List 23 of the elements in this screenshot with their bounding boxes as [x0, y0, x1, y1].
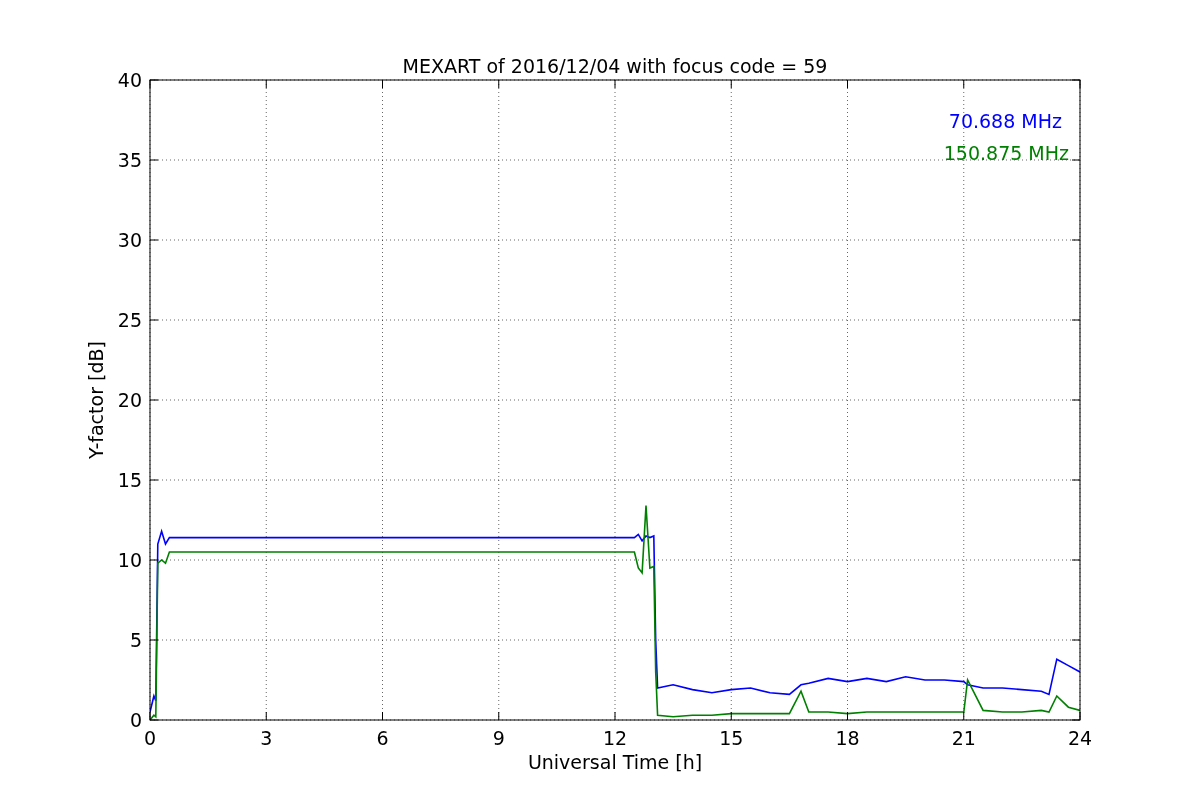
tick-label: 35: [117, 149, 142, 171]
tick-label: 20: [117, 389, 142, 411]
tick-label: 25: [117, 309, 142, 331]
tick-label: 5: [129, 629, 142, 651]
tick-label: 15: [117, 469, 142, 491]
tick-label: 40: [117, 69, 142, 91]
tick-label: 10: [117, 549, 142, 571]
tick-label: 15: [719, 727, 744, 749]
tick-label: 12: [602, 727, 628, 749]
chart-title: MEXART of 2016/12/04 with focus code = 59: [402, 55, 828, 77]
tick-label: 0: [129, 709, 142, 731]
tick-label: 24: [1067, 727, 1093, 749]
tick-label: 21: [951, 727, 976, 749]
axis-label: Universal Time [h]: [527, 751, 703, 773]
tick-label: 9: [492, 727, 505, 749]
tick-label: 3: [260, 727, 273, 749]
legend-label: 70.688 MHz: [948, 110, 1062, 132]
tick-label: 30: [117, 229, 142, 251]
tick-label: 18: [835, 727, 860, 749]
axis-label: Y-factor [dB]: [85, 341, 107, 459]
tick-label: 0: [143, 727, 157, 749]
legend-label: 150.875 MHz: [943, 142, 1069, 164]
tick-label: 6: [376, 727, 389, 749]
